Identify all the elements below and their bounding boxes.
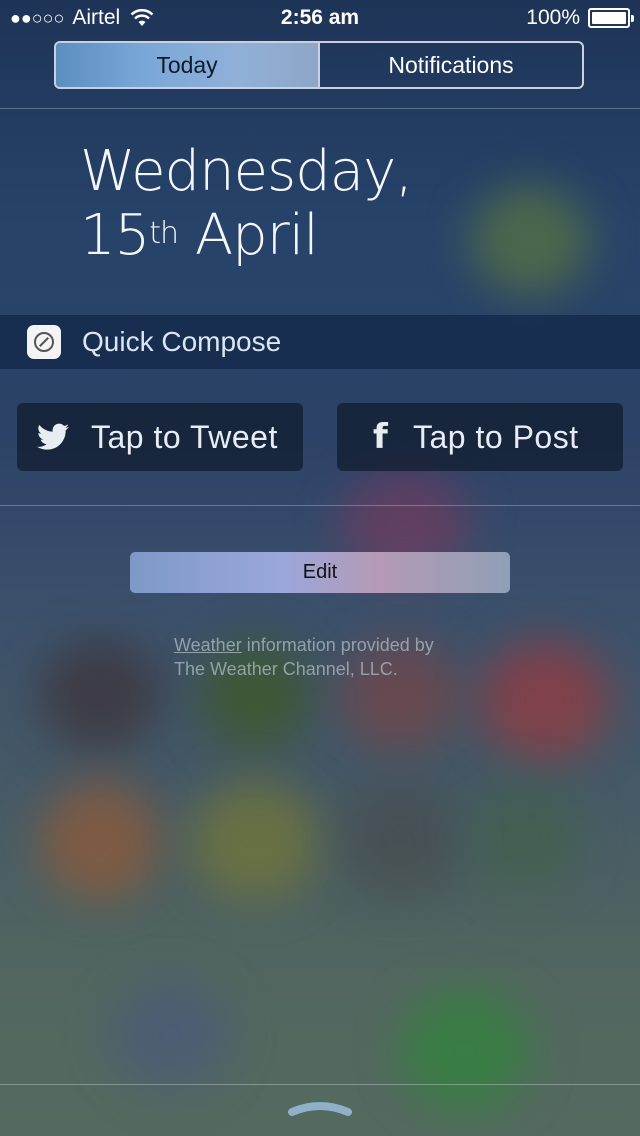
day-suffix: th: [149, 216, 179, 251]
weekday: Wednesday,: [80, 139, 413, 204]
facebook-icon: f: [373, 417, 388, 457]
post-label: Tap to Post: [413, 418, 579, 455]
status-bar: ●●○○○ Airtel 2:56 am 100%: [0, 0, 640, 36]
day-number: 15: [80, 203, 150, 268]
weather-credits: Weather information provided by The Weat…: [174, 633, 434, 681]
divider: [0, 1084, 640, 1085]
battery-percent: 100%: [526, 6, 580, 29]
view-switcher: Today Notifications: [54, 41, 584, 89]
tab-notifications[interactable]: Notifications: [318, 43, 582, 87]
day-month: 15th April: [80, 204, 412, 268]
divider: [0, 108, 640, 109]
battery-indicator: 100%: [526, 6, 634, 30]
edit-button[interactable]: Edit: [130, 552, 510, 593]
twitter-icon: [37, 423, 69, 450]
widget-title: Quick Compose: [82, 326, 282, 357]
credits-line-1: information provided by: [241, 635, 434, 655]
credits-line-2: The Weather Channel, LLC.: [174, 659, 398, 679]
weather-link[interactable]: Weather: [174, 635, 242, 655]
tweet-label: Tap to Tweet: [91, 418, 278, 455]
tap-to-tweet-button[interactable]: Tap to Tweet: [17, 403, 303, 471]
chevron-up-icon[interactable]: [286, 1098, 354, 1118]
month: April: [194, 203, 319, 268]
divider: [0, 505, 640, 506]
quick-compose-header[interactable]: Quick Compose: [0, 315, 640, 369]
tap-to-post-button[interactable]: f Tap to Post: [337, 403, 623, 471]
tab-today[interactable]: Today: [56, 43, 318, 87]
date-summary: Wednesday, 15th April: [80, 139, 413, 268]
battery-icon: [588, 8, 634, 28]
compose-app-icon: [27, 325, 61, 359]
